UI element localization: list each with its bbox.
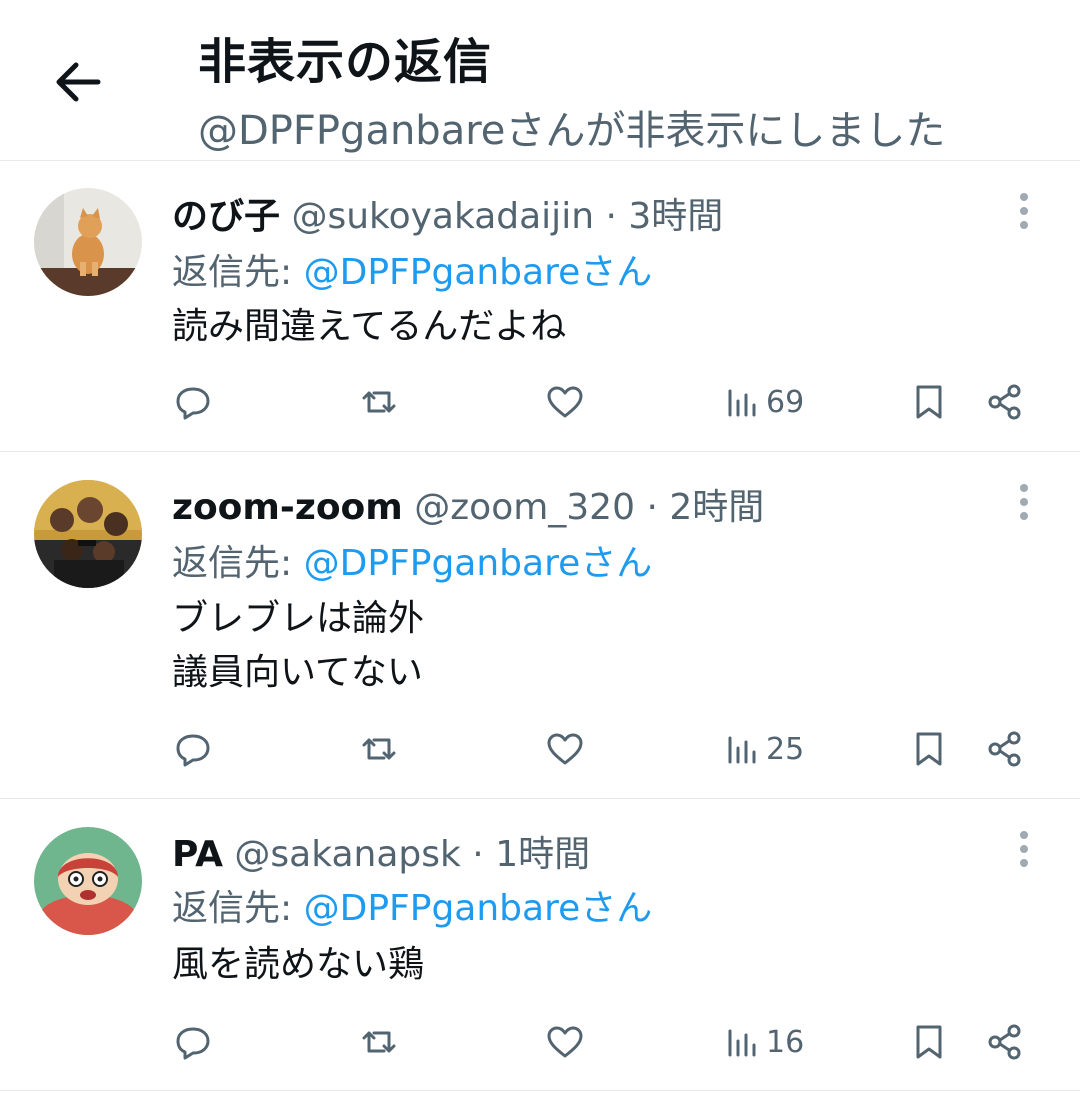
retweet-icon xyxy=(362,1031,396,1053)
back-arrow-icon[interactable] xyxy=(48,52,108,112)
views-count: 16 xyxy=(766,1024,805,1060)
bookmark-icon xyxy=(916,1025,942,1059)
reply-mention-link[interactable]: @DPFPganbareさん xyxy=(304,252,653,293)
bookmark-icon xyxy=(916,385,942,419)
user-handle[interactable]: @sakanapsk xyxy=(234,834,460,875)
header: 非表示の返信 @DPFPganbareさんが非表示にしました xyxy=(0,0,1080,161)
share-button[interactable] xyxy=(986,1017,1024,1067)
bookmark-button[interactable] xyxy=(910,724,948,774)
reply-button[interactable] xyxy=(174,1017,212,1067)
reply-icon xyxy=(176,1027,210,1060)
user-handle[interactable]: @sukoyakadaijin xyxy=(291,196,594,237)
views-icon xyxy=(728,1029,756,1057)
tweet-text-line: 読み間違えてるんだよね xyxy=(172,306,567,347)
share-icon xyxy=(988,384,1021,420)
tweet-meta: のび子 @sukoyakadaijin · 3時間 xyxy=(172,187,723,239)
share-icon xyxy=(988,1024,1021,1060)
avatar[interactable] xyxy=(34,827,142,935)
reply-prefix: 返信先: xyxy=(172,543,293,584)
timestamp[interactable]: 1時間 xyxy=(495,834,590,875)
reply-button[interactable] xyxy=(174,724,212,774)
tweet[interactable]: PA @sakanapsk · 1時間 返信先: @DPFPganbareさん … xyxy=(0,799,1080,1091)
bookmark-icon xyxy=(916,732,942,766)
more-options-icon[interactable] xyxy=(1004,829,1044,869)
timestamp[interactable]: 3時間 xyxy=(628,196,723,237)
user-handle[interactable]: @zoom_320 xyxy=(414,487,635,528)
reply-context: 返信先: @DPFPganbareさん xyxy=(172,534,652,586)
views-count: 69 xyxy=(766,384,805,420)
bookmark-button[interactable] xyxy=(910,377,948,427)
like-button[interactable] xyxy=(546,724,584,774)
heart-icon xyxy=(547,1026,583,1058)
more-options-icon[interactable] xyxy=(1004,191,1044,231)
tweet[interactable]: zoom-zoom @zoom_320 · 2時間 返信先: @DPFPganb… xyxy=(0,452,1080,799)
retweet-icon xyxy=(362,391,396,413)
page-title: 非表示の返信 xyxy=(198,34,493,90)
more-options-icon[interactable] xyxy=(1004,482,1044,522)
retweet-icon xyxy=(362,738,396,760)
tweet-text: 読み間違えてるんだよね xyxy=(172,300,566,354)
timestamp[interactable]: 2時間 xyxy=(669,487,764,528)
tweet-text-line: ブレブレは論外 xyxy=(172,598,425,639)
tweet-text: 風を読めない鶏 xyxy=(172,938,424,992)
tweet-meta: PA @sakanapsk · 1時間 xyxy=(172,825,590,877)
tweet-meta: zoom-zoom @zoom_320 · 2時間 xyxy=(172,478,764,530)
views-button[interactable]: 69 xyxy=(722,377,804,427)
tweet-text-line: 議員向いてない xyxy=(172,652,423,693)
avatar[interactable] xyxy=(34,188,142,296)
views-icon xyxy=(728,736,756,764)
display-name[interactable]: のび子 xyxy=(172,196,280,237)
views-count: 25 xyxy=(766,731,805,767)
reply-mention-link[interactable]: @DPFPganbareさん xyxy=(304,543,653,584)
tweet-text-line: 風を読めない鶏 xyxy=(172,944,425,985)
separator: · xyxy=(472,834,484,875)
retweet-button[interactable] xyxy=(360,724,398,774)
tweet[interactable]: のび子 @sukoyakadaijin · 3時間 返信先: @DPFPganb… xyxy=(0,161,1080,452)
display-name[interactable]: zoom-zoom xyxy=(172,487,403,528)
tweet-text: ブレブレは論外 議員向いてない xyxy=(172,592,424,700)
retweet-button[interactable] xyxy=(360,377,398,427)
views-button[interactable]: 16 xyxy=(722,1017,804,1067)
like-button[interactable] xyxy=(546,377,584,427)
tweet-actions: 16 xyxy=(0,1017,1080,1067)
heart-icon xyxy=(547,386,583,418)
reply-prefix: 返信先: xyxy=(172,252,293,293)
reply-mention-link[interactable]: @DPFPganbareさん xyxy=(304,888,653,929)
heart-icon xyxy=(547,733,583,765)
views-icon xyxy=(728,389,756,417)
share-button[interactable] xyxy=(986,724,1024,774)
reply-icon xyxy=(176,387,210,420)
separator: · xyxy=(646,487,658,528)
reply-prefix: 返信先: xyxy=(172,888,293,929)
avatar[interactable] xyxy=(34,480,142,588)
reply-context: 返信先: @DPFPganbareさん xyxy=(172,243,652,295)
separator: · xyxy=(605,196,617,237)
reply-context: 返信先: @DPFPganbareさん xyxy=(172,879,652,931)
views-button[interactable]: 25 xyxy=(722,724,804,774)
reply-button[interactable] xyxy=(174,377,212,427)
page-subtitle: @DPFPganbareさんが非表示にしました xyxy=(198,108,946,154)
reply-icon xyxy=(176,734,210,767)
tweet-actions: 25 xyxy=(0,724,1080,774)
like-button[interactable] xyxy=(546,1017,584,1067)
share-icon xyxy=(988,731,1021,767)
display-name[interactable]: PA xyxy=(172,834,223,875)
share-button[interactable] xyxy=(986,377,1024,427)
tweet-actions: 69 xyxy=(0,377,1080,427)
retweet-button[interactable] xyxy=(360,1017,398,1067)
bookmark-button[interactable] xyxy=(910,1017,948,1067)
